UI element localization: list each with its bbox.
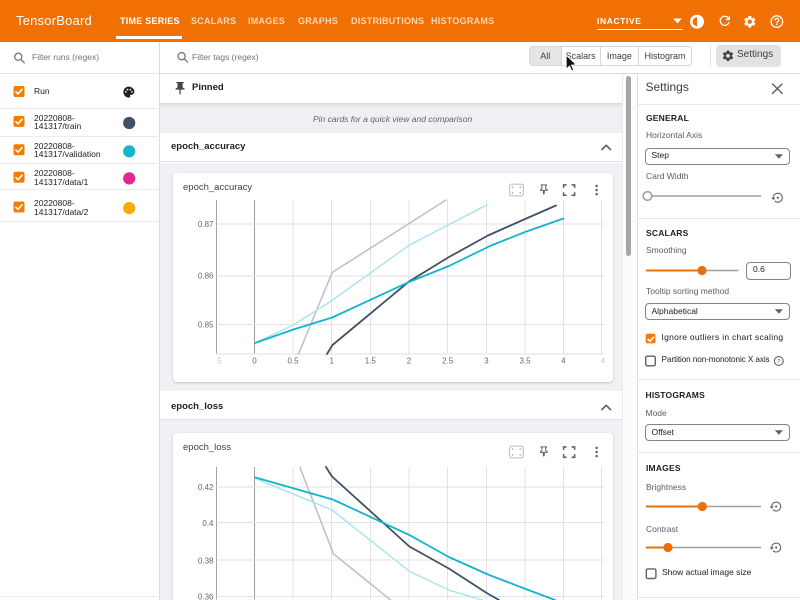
svg-text:2: 2 [407,357,412,366]
svg-text:4: 4 [601,357,606,366]
svg-text:0.85: 0.85 [198,320,214,329]
svg-text:2.5: 2.5 [442,357,454,366]
svg-text:0.86: 0.86 [198,272,214,281]
svg-text:0.4: 0.4 [202,519,214,528]
svg-text:1.5: 1.5 [365,357,377,366]
svg-text:5: 5 [217,357,222,366]
svg-text:3.5: 3.5 [519,357,531,366]
svg-text:3: 3 [484,357,489,366]
svg-text:0.38: 0.38 [198,556,214,565]
svg-text:0.36: 0.36 [198,593,214,600]
svg-text:1: 1 [329,357,334,366]
svg-text:0.87: 0.87 [198,220,214,229]
svg-text:0.42: 0.42 [198,483,214,492]
svg-text:?: ? [777,359,781,366]
svg-text:0: 0 [252,357,257,366]
svg-text:0.5: 0.5 [287,357,299,366]
svg-text:4: 4 [561,357,566,366]
